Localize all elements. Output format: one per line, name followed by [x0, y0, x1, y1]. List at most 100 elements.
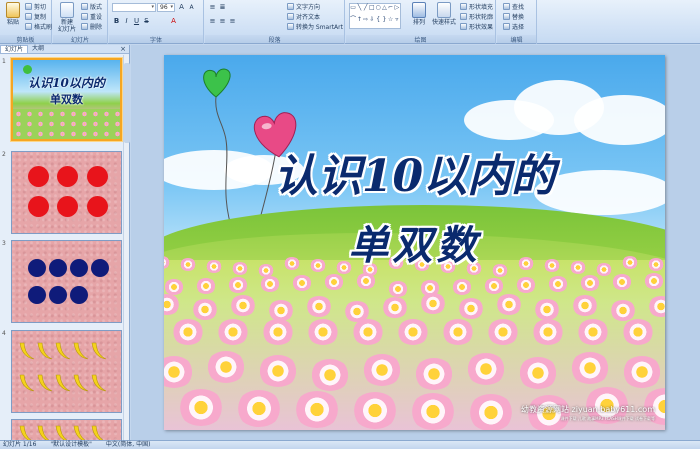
- align-text-button[interactable]: 对齐文本: [287, 12, 320, 21]
- replace-label: 替换: [512, 14, 525, 21]
- slide-title-line1[interactable]: 认识10以内的: [164, 140, 665, 204]
- slides-pane: 幻灯片 大纲 × 1 认识10以内的 单双数 2 3 4: [0, 45, 130, 440]
- reset-icon: [81, 13, 88, 20]
- red-dot: [87, 196, 108, 217]
- reset-label: 重设: [90, 14, 103, 21]
- copy-button[interactable]: 复制: [25, 12, 46, 21]
- font-color-button[interactable]: A: [169, 17, 178, 26]
- find-label: 查找: [512, 4, 525, 11]
- daisy: [356, 273, 376, 289]
- blue-dot: [49, 259, 67, 277]
- daisy: [228, 277, 248, 293]
- cut-label: 剪切: [34, 4, 47, 11]
- font-family-combo[interactable]: ▾: [112, 3, 156, 12]
- align-right-button[interactable]: ≡: [228, 17, 237, 26]
- daisy: [172, 319, 204, 345]
- align-center-button[interactable]: ≡: [218, 17, 227, 26]
- close-icon[interactable]: ×: [120, 45, 129, 53]
- red-dot: [28, 196, 49, 217]
- daisy: [310, 359, 350, 391]
- font-size-combo[interactable]: 96 ▾: [157, 3, 175, 12]
- delete-button[interactable]: 删除: [81, 22, 102, 31]
- new-slide-button[interactable]: 新建 幻灯片: [55, 2, 79, 34]
- align-left-button[interactable]: ≡: [208, 17, 217, 26]
- shapes-gallery[interactable]: ▭ ╲ ╱ □ ○ △ ⌐ ▷ ⌒ ↑ ⇨ ⇩{} ☆ ▿: [349, 3, 401, 29]
- scrollbar-thumb[interactable]: [124, 63, 130, 143]
- slide-thumbnail-4[interactable]: [11, 330, 122, 413]
- bold-button[interactable]: B: [112, 17, 121, 26]
- slide-number: 3: [2, 240, 6, 247]
- numbering-button[interactable]: ≣: [218, 3, 227, 12]
- shrink-font-button[interactable]: A: [187, 3, 196, 12]
- paste-button[interactable]: 粘贴: [2, 2, 24, 34]
- shape-outline-label: 形状轮廓: [469, 14, 494, 21]
- select-button[interactable]: 选择: [503, 22, 524, 31]
- daisy: [420, 293, 446, 314]
- fill-bucket-icon: [460, 3, 467, 10]
- tab-outline[interactable]: 大纲: [28, 45, 48, 53]
- layout-icon: [81, 3, 88, 10]
- drawing-group-label: 绘图: [346, 35, 495, 44]
- select-label: 选择: [512, 24, 525, 31]
- daisy: [206, 351, 246, 383]
- replace-icon: [503, 13, 510, 20]
- daisy: [260, 276, 280, 292]
- daisy: [580, 275, 600, 291]
- daisy: [496, 294, 522, 315]
- format-painter-label: 格式刷: [34, 24, 53, 31]
- bullets-button[interactable]: ≡: [208, 3, 217, 12]
- shape-outline-button[interactable]: 形状轮廓: [460, 12, 493, 21]
- blue-dot: [49, 286, 67, 304]
- blue-dot: [28, 286, 46, 304]
- chevron-down-icon[interactable]: ▾: [170, 4, 173, 11]
- slide-thumbnail-1[interactable]: 认识10以内的 单双数: [11, 58, 122, 141]
- quick-styles-button[interactable]: 快速样式: [430, 2, 458, 34]
- thumb-title-line1: 认识10以内的: [28, 76, 105, 90]
- format-painter-button[interactable]: 格式刷: [25, 22, 52, 31]
- theme-name: "默认设计模板": [50, 441, 92, 448]
- align-text-label: 对齐文本: [296, 14, 321, 21]
- daisy: [442, 319, 474, 345]
- slide-thumbnail-2[interactable]: [11, 151, 122, 234]
- red-dot: [87, 166, 108, 187]
- ribbon: 粘贴 剪切 复制 格式刷 剪贴板 新建 幻灯片 版式 重设 删除 幻灯片 ▾ 9…: [0, 0, 700, 44]
- smartart-button[interactable]: 转换为 SmartArt: [287, 22, 343, 31]
- arrange-icon: [412, 2, 426, 18]
- slides-group-label: 幻灯片: [53, 35, 107, 44]
- layout-button[interactable]: 版式: [81, 2, 102, 11]
- daisy: [466, 353, 506, 385]
- find-button[interactable]: 查找: [503, 2, 524, 11]
- italic-button[interactable]: I: [122, 17, 131, 26]
- daisy: [217, 319, 249, 345]
- arrange-label: 排列: [412, 19, 425, 26]
- font-group-label: 字体: [109, 35, 203, 44]
- slide-thumbnail-5[interactable]: [11, 419, 122, 440]
- thumbnail-scrollbar[interactable]: [123, 55, 130, 440]
- scissors-icon: [25, 3, 32, 10]
- arrange-button[interactable]: 排列: [408, 2, 430, 34]
- text-direction-button[interactable]: 文字方向: [287, 2, 320, 11]
- pane-tabs: 幻灯片 大纲 ×: [0, 45, 129, 54]
- slide-thumbnail-3[interactable]: [11, 240, 122, 323]
- shape-effects-button[interactable]: 形状效果: [460, 22, 493, 31]
- shape-fill-button[interactable]: 形状填充: [460, 2, 493, 11]
- chevron-down-icon[interactable]: ▾: [151, 4, 154, 11]
- replace-button[interactable]: 替换: [503, 12, 524, 21]
- watermark-sub: 课件下载 儿歌 故事MP3 FLASH课件下载 试卷下载等: [560, 416, 655, 421]
- current-slide[interactable]: 认识10以内的 单双数 幼教资源网站 ziyuan.baby611.com 课件…: [164, 55, 665, 430]
- blue-dot: [91, 259, 109, 277]
- strikethrough-button[interactable]: S: [142, 17, 151, 26]
- tab-slides[interactable]: 幻灯片: [0, 45, 29, 53]
- thumb-title-line2: 单双数: [50, 93, 83, 106]
- shape-fill-label: 形状填充: [469, 4, 494, 11]
- reset-button[interactable]: 重设: [81, 12, 102, 21]
- daisy: [307, 319, 339, 345]
- watermark-main: 幼教资源网站 ziyuan.baby611.com: [521, 405, 655, 414]
- daisy: [644, 273, 664, 289]
- slide-title-line2[interactable]: 单双数: [164, 213, 665, 271]
- clipboard-group-label: 剪贴板: [0, 35, 51, 44]
- grow-font-button[interactable]: A: [177, 3, 186, 12]
- cut-button[interactable]: 剪切: [25, 2, 46, 11]
- slide-counter: 幻灯片 1/16: [3, 441, 37, 448]
- underline-button[interactable]: U: [132, 17, 141, 26]
